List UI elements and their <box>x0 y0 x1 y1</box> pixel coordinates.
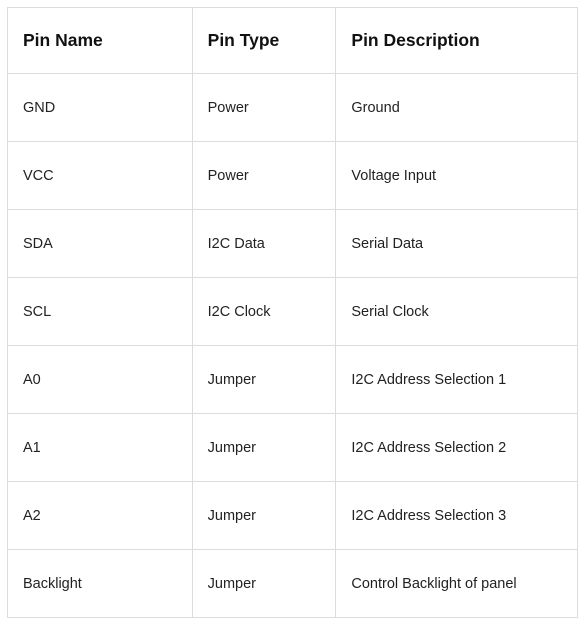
pin-type-cell: Jumper <box>191 481 337 550</box>
pin-description-cell: Serial Data <box>335 209 578 278</box>
pin-type-cell: I2C Clock <box>191 277 337 346</box>
pin-name-cell: A2 <box>7 481 193 550</box>
pin-name-cell: SCL <box>7 277 193 346</box>
pin-type-cell: Jumper <box>191 549 337 618</box>
pin-description-cell: I2C Address Selection 3 <box>335 481 578 550</box>
header-pin-name: Pin Name <box>7 7 193 74</box>
table-row: A1 Jumper I2C Address Selection 2 <box>7 413 578 482</box>
table-row: A2 Jumper I2C Address Selection 3 <box>7 481 578 550</box>
pin-name-cell: Backlight <box>7 549 193 618</box>
pin-type-cell: Power <box>191 73 337 142</box>
pin-description-cell: I2C Address Selection 1 <box>335 345 578 414</box>
pin-description-cell: Voltage Input <box>335 141 578 210</box>
pin-type-cell: Jumper <box>191 413 337 482</box>
table-row: Backlight Jumper Control Backlight of pa… <box>7 549 578 618</box>
pin-name-cell: GND <box>7 73 193 142</box>
pin-name-cell: A0 <box>7 345 193 414</box>
header-row: Pin Name Pin Type Pin Description <box>7 7 578 74</box>
pin-table: Pin Name Pin Type Pin Description GND Po… <box>7 7 578 618</box>
table-row: A0 Jumper I2C Address Selection 1 <box>7 345 578 414</box>
table-row: SCL I2C Clock Serial Clock <box>7 277 578 346</box>
pin-type-cell: Jumper <box>191 345 337 414</box>
pin-name-cell: VCC <box>7 141 193 210</box>
pin-type-cell: Power <box>191 141 337 210</box>
pin-description-cell: Ground <box>335 73 578 142</box>
pin-description-cell: I2C Address Selection 2 <box>335 413 578 482</box>
header-pin-type: Pin Type <box>191 7 337 74</box>
pin-name-cell: SDA <box>7 209 193 278</box>
pin-description-cell: Serial Clock <box>335 277 578 346</box>
header-pin-description: Pin Description <box>335 7 578 74</box>
table-row: VCC Power Voltage Input <box>7 141 578 210</box>
pin-type-cell: I2C Data <box>191 209 337 278</box>
table-row: GND Power Ground <box>7 73 578 142</box>
pin-description-cell: Control Backlight of panel <box>335 549 578 618</box>
pin-name-cell: A1 <box>7 413 193 482</box>
table-row: SDA I2C Data Serial Data <box>7 209 578 278</box>
